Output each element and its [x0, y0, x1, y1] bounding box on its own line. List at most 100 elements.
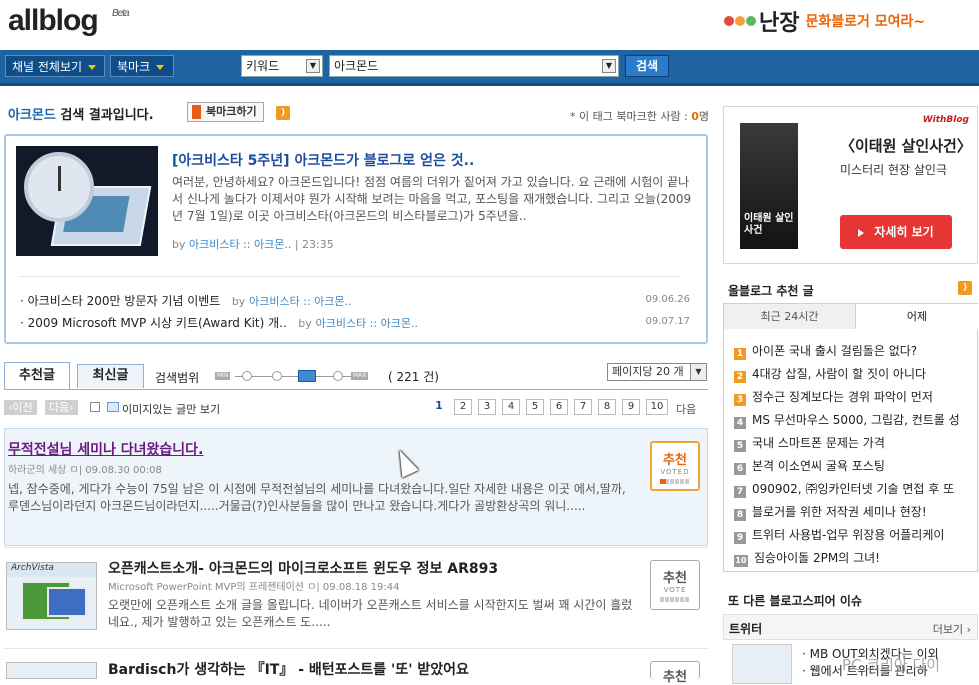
related-post-date: 09.07.17 [645, 316, 690, 327]
post-meta: 하라군의 세상 ㅁ| 09.08.30 00:08 [8, 465, 162, 476]
chevron-down-icon [88, 65, 97, 70]
tab-recent-24h[interactable]: 최근 24시간 [724, 304, 856, 329]
featured-post: [아크비스타 5주년] 아크몬드가 블로그로 얻은 것.. 여러분, 안녕하세요… [4, 134, 708, 344]
twitter-title: 트위터 [729, 622, 763, 636]
next-page-link[interactable]: 다음 [676, 401, 696, 417]
recommend-list: 1 아이폰 국내 출시 걸림돌은 없다? 2 4대강 삽질, 사람이 할 짓이 아니… [723, 329, 978, 572]
divider [4, 547, 708, 548]
slider-stop[interactable] [333, 371, 343, 381]
list-item[interactable]: 10 짐승아이돌 2PM의 그녀! [734, 549, 966, 567]
post-meta: Microsoft PowerPoint MVP의 프레젠테이션 ㅁ| 09.0… [108, 582, 400, 593]
nanjang-banner[interactable]: WithBlog 난장 문화블로거 모여라~ [724, 4, 978, 38]
slider-handle[interactable] [298, 370, 316, 382]
search-input[interactable]: 아크몬드 ▼ [329, 55, 619, 77]
scope-label: 검색범위 [155, 371, 200, 385]
post-item: 무적전설님 세미나 다녀왔습니다. 하라군의 세상 ㅁ| 09.08.30 00… [4, 428, 708, 546]
bookmark-count: * 이 태그 북마크한 사람 : 0명 [570, 110, 710, 123]
related-post[interactable]: · 2009 Microsoft MVP 시상 키트(Award Kit) 개.… [20, 314, 418, 331]
image-only-checkbox[interactable] [90, 402, 100, 412]
scope-slider[interactable]: MIN MAX [215, 370, 375, 382]
featured-author[interactable]: 아크비스타 :: 아크몬.. [189, 238, 291, 251]
movie-poster[interactable]: 이태원 살인사건 [740, 123, 798, 249]
chevron-down-icon: ▼ [306, 59, 320, 73]
movie-ad[interactable]: WithBlog 이태원 살인사건 〈이태원 살인사건〉 미스터리 현장 살인극… [723, 106, 978, 264]
bookmark-button[interactable]: 북마크하기 [187, 102, 264, 122]
post-title[interactable]: 오픈캐스트소개- 아크몬드의 마이크로소프트 윈도우 정보 AR893 [108, 558, 498, 578]
featured-title[interactable]: [아크비스타 5주년] 아크몬드가 블로그로 얻은 것.. [172, 150, 474, 170]
list-item[interactable]: 3 정수근 징계보다는 경위 파악이 먼저 [734, 388, 966, 406]
rss-icon[interactable]: ) [276, 106, 290, 120]
related-post[interactable]: · 아크비스타 200만 방문자 기념 이벤트 by 아크비스타 :: 아크몬.… [20, 292, 352, 309]
banner-text: 문화블로거 모여라~ [805, 14, 926, 30]
result-count: ( 221 건) [388, 370, 439, 384]
slider-stop[interactable] [272, 371, 282, 381]
tab-recommended[interactable]: 추천글 [4, 362, 70, 390]
image-only-label: 이미지있는 글만 보기 [122, 403, 221, 416]
ad-title: 〈이태원 살인사건〉 [840, 137, 972, 155]
per-page-select[interactable]: 페이지당 20 개 ▼ [607, 363, 707, 381]
chevron-down-icon [156, 65, 165, 70]
list-item[interactable]: 4 MS 무선마우스 5000, 그립감, 컨트롤 성 [734, 411, 966, 429]
page-6[interactable]: 6 [550, 399, 568, 415]
rss-icon[interactable]: ) [958, 281, 972, 295]
featured-thumbnail[interactable] [16, 146, 158, 256]
post-title[interactable]: Bardisch가 생각하는 『IT』 - 배턴포스트를 '또' 받았어요 [108, 659, 469, 679]
navbar: 채널 전체보기 북마크 키워드 ▼ 아크몬드 ▼ 검색 [0, 50, 979, 86]
tab-yesterday[interactable]: 어제 [856, 304, 978, 329]
page-2[interactable]: 2 [454, 399, 472, 415]
page-4[interactable]: 4 [502, 399, 520, 415]
section-title: 올블로그 추천 글 [728, 284, 814, 298]
chevron-down-icon: ▼ [602, 59, 616, 73]
chevron-down-icon: ▼ [690, 364, 706, 380]
page-3[interactable]: 3 [478, 399, 496, 415]
tab-latest[interactable]: 최신글 [77, 364, 144, 388]
list-item[interactable]: 8 블로거를 위한 저작권 세미나 현장! [734, 503, 966, 521]
vote-meter [660, 479, 690, 484]
page-10[interactable]: 10 [646, 399, 668, 415]
withblog-logo: WithBlog [922, 115, 969, 125]
page-5[interactable]: 5 [526, 399, 544, 415]
list-item[interactable]: 9 트위터 사용법-업무 위장용 어플리케이 [734, 526, 966, 544]
prev-button[interactable]: ‹이전 [4, 400, 37, 415]
vote-button[interactable]: 추천 [650, 661, 700, 685]
ad-detail-button[interactable]: 자세히 보기 [840, 215, 952, 249]
window-icon [47, 587, 87, 617]
pager-bar: ‹이전 다음› 이미지있는 글만 보기 1 2 3 4 5 6 7 8 9 10… [4, 398, 708, 420]
next-button[interactable]: 다음› [45, 400, 78, 415]
related-post-date: 09.06.26 [645, 294, 690, 305]
section-title: 또 다른 블로고스피어 이슈 [728, 594, 862, 608]
post-thumbnail[interactable]: ArchVista [6, 562, 97, 630]
search-button[interactable]: 검색 [625, 55, 669, 77]
bookmark-dropdown[interactable]: 북마크 [110, 55, 174, 77]
page-7[interactable]: 7 [574, 399, 592, 415]
list-item[interactable]: 2 4대강 삽질, 사람이 할 짓이 아니다 [734, 365, 966, 383]
post-title[interactable]: 무적전설님 세미나 다녀왔습니다. [8, 439, 203, 459]
twitter-thumbnail[interactable] [732, 644, 792, 684]
channel-dropdown[interactable]: 채널 전체보기 [5, 55, 105, 77]
featured-body: 여러분, 안녕하세요? 아크몬드입니다! 점점 여름의 더위가 짙어져 가고 있… [172, 175, 692, 223]
vote-button[interactable]: 추천 VOTE [650, 560, 700, 610]
page-1[interactable]: 1 [430, 399, 448, 415]
search-type-select[interactable]: 키워드 ▼ [241, 55, 323, 77]
recommend-tabs: 최근 24시간 어제 [723, 303, 978, 329]
list-item[interactable]: 7 090902, ㈜잉카인터넷 기술 면접 후 또 [734, 480, 966, 498]
vote-button[interactable]: 추천 VOTED [650, 441, 700, 491]
list-item[interactable]: 6 본격 이소연씨 굴욕 포스팅 [734, 457, 966, 475]
list-item[interactable]: 1 아이폰 국내 출시 걸림돌은 없다? [734, 342, 966, 360]
result-keyword[interactable]: 아크몬드 [8, 108, 56, 123]
page-9[interactable]: 9 [622, 399, 640, 415]
beta-badge: Beta [112, 8, 130, 19]
post-thumbnail[interactable] [6, 662, 97, 679]
watermark-logo: PC 코리아 다이 [842, 656, 941, 674]
list-item[interactable]: 5 국내 스마트폰 문제는 가격 [734, 434, 966, 452]
result-heading: 아크몬드 검색 결과입니다. [8, 108, 154, 123]
banner-brand-text: 난장 [759, 11, 800, 36]
post-body: 오랫만에 오픈캐스트 소개 글을 올립니다. 네이버가 오픈캐스트 서비스를 시… [108, 598, 633, 629]
more-link[interactable]: 더보기 › [933, 621, 971, 637]
page-8[interactable]: 8 [598, 399, 616, 415]
tab-underline [4, 389, 708, 390]
divider [4, 648, 708, 649]
logo[interactable]: allblog Beta [8, 4, 130, 38]
divider [20, 276, 680, 277]
slider-stop[interactable] [242, 371, 252, 381]
